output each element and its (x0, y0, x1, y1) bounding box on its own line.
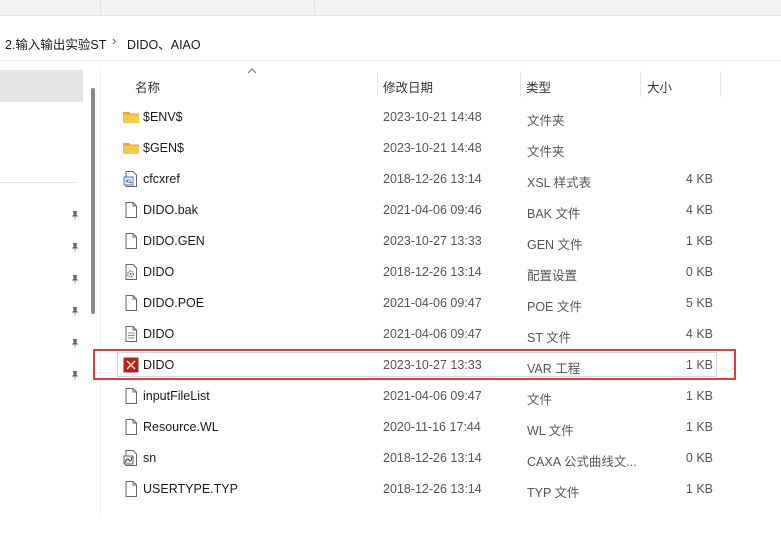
file-name: DIDO (143, 265, 175, 279)
blank-file-icon (122, 480, 140, 498)
file-row[interactable]: cfcxref 2018-12-26 13:14 XSL 样式表 4 KB (118, 164, 718, 194)
blank-file-icon (122, 418, 140, 436)
file-date: 2018-12-26 13:14 (383, 265, 482, 279)
top-toolbar-strip (0, 0, 781, 16)
column-divider[interactable] (377, 71, 378, 97)
breadcrumb-item-parent[interactable]: 2.输入输出实验ST (5, 34, 106, 53)
blank-file-icon (122, 387, 140, 405)
file-type: GEN 文件 (527, 238, 583, 252)
file-row[interactable]: inputFileList 2021-04-06 09:47 文件 1 KB (118, 381, 718, 411)
file-name: cfcxref (143, 172, 180, 186)
file-type: TYP 文件 (527, 486, 580, 500)
nav-item-selected[interactable] (0, 70, 83, 102)
annotation-highlight-box (93, 349, 736, 380)
folder-icon (122, 108, 140, 126)
file-date: 2023-10-21 14:48 (383, 141, 482, 155)
caxa-file-icon (122, 449, 140, 467)
file-size: 5 KB (685, 296, 713, 310)
column-header-size[interactable]: 大小 (647, 77, 672, 96)
file-size: 4 KB (685, 172, 713, 186)
file-type: 文件夹 (527, 114, 565, 128)
sort-ascending-icon (247, 68, 257, 74)
file-type: POE 文件 (527, 300, 582, 314)
file-date: 2018-12-26 13:14 (383, 451, 482, 465)
file-date: 2020-11-16 17:44 (383, 420, 481, 434)
file-type: BAK 文件 (527, 207, 581, 221)
column-divider[interactable] (640, 71, 641, 97)
pin-icon[interactable] (69, 242, 81, 254)
navigation-pane (0, 66, 100, 516)
file-row[interactable]: DIDO.GEN 2023-10-27 13:33 GEN 文件 1 KB (118, 226, 718, 256)
file-date: 2021-04-06 09:47 (383, 296, 482, 310)
nav-scrollbar-thumb[interactable] (91, 88, 95, 314)
file-name: $ENV$ (143, 110, 183, 124)
file-type: 文件 (527, 393, 553, 407)
folder-icon (122, 139, 140, 157)
column-header-name[interactable]: 名称 (135, 77, 160, 96)
toolbar-cell (100, 0, 315, 15)
pin-icon[interactable] (69, 210, 81, 222)
file-row[interactable]: sn 2018-12-26 13:14 CAXA 公式曲线文... 0 KB (118, 443, 718, 473)
file-date: 2023-10-21 14:48 (383, 110, 482, 124)
file-size: 4 KB (685, 203, 713, 217)
nav-divider (0, 182, 76, 183)
pin-icon[interactable] (69, 338, 81, 350)
file-list: 名称 修改日期 类型 大小 $ENV$ 2023-10-21 14:48 文件夹 $G… (101, 61, 781, 539)
file-date: 2021-04-06 09:47 (383, 389, 482, 403)
file-size: 0 KB (685, 265, 713, 279)
file-row[interactable]: Resource.WL 2020-11-16 17:44 WL 文件 1 KB (118, 412, 718, 442)
column-header-type[interactable]: 类型 (526, 77, 551, 96)
file-size: 1 KB (685, 389, 713, 403)
config-file-icon (122, 263, 140, 281)
file-size: 4 KB (685, 327, 713, 341)
xsl-file-icon (122, 170, 140, 188)
file-row[interactable]: $GEN$ 2023-10-21 14:48 文件夹 (118, 133, 718, 163)
file-date: 2018-12-26 13:14 (383, 172, 482, 186)
file-type: 文件夹 (527, 145, 565, 159)
file-type: ST 文件 (527, 331, 572, 345)
file-name: DIDO.GEN (143, 234, 205, 248)
file-name: sn (143, 451, 157, 465)
file-date: 2018-12-26 13:14 (383, 482, 482, 496)
file-row[interactable]: DIDO 2018-12-26 13:14 配置设置 0 KB (118, 257, 718, 287)
file-name: inputFileList (143, 389, 210, 403)
file-date: 2021-04-06 09:47 (383, 327, 482, 341)
file-name: DIDO (143, 327, 175, 341)
file-size: 0 KB (685, 451, 713, 465)
file-type: 配置设置 (527, 269, 578, 283)
file-name: DIDO.bak (143, 203, 198, 217)
file-row[interactable]: DIDO 2021-04-06 09:47 ST 文件 4 KB (118, 319, 718, 349)
toolbar-cell (0, 0, 101, 15)
file-size: 1 KB (685, 482, 713, 496)
pin-icon[interactable] (69, 306, 81, 318)
file-row[interactable]: $ENV$ 2023-10-21 14:48 文件夹 (118, 102, 718, 132)
breadcrumb-separator[interactable]: › (112, 33, 116, 48)
column-header-row: 名称 修改日期 类型 大小 (101, 61, 781, 103)
file-date: 2021-04-06 09:46 (383, 203, 482, 217)
address-bar[interactable]: 2.输入输出实验ST › DIDO、AIAO (0, 24, 781, 61)
pin-icon[interactable] (69, 370, 81, 382)
file-type: XSL 样式表 (527, 176, 592, 190)
blank-file-icon (122, 201, 140, 219)
file-name: DIDO.POE (143, 296, 205, 310)
column-divider[interactable] (520, 71, 521, 97)
blank-file-icon (122, 232, 140, 250)
file-date: 2023-10-27 13:33 (383, 234, 482, 248)
file-row[interactable]: DIDO.bak 2021-04-06 09:46 BAK 文件 4 KB (118, 195, 718, 225)
file-row[interactable]: DIDO.POE 2021-04-06 09:47 POE 文件 5 KB (118, 288, 718, 318)
file-size: 1 KB (685, 234, 713, 248)
file-row[interactable]: USERTYPE.TYP 2018-12-26 13:14 TYP 文件 1 KB (118, 474, 718, 504)
file-name: USERTYPE.TYP (143, 482, 238, 496)
file-type: WL 文件 (527, 424, 574, 438)
text-file-icon (122, 325, 140, 343)
blank-file-icon (122, 294, 140, 312)
column-divider[interactable] (720, 71, 721, 97)
file-name: Resource.WL (143, 420, 219, 434)
pin-icon[interactable] (69, 274, 81, 286)
file-name: $GEN$ (143, 141, 184, 155)
breadcrumb-item-current[interactable]: DIDO、AIAO (127, 34, 201, 53)
file-size: 1 KB (685, 420, 713, 434)
file-type: CAXA 公式曲线文... (527, 455, 637, 469)
column-header-date[interactable]: 修改日期 (383, 77, 433, 96)
